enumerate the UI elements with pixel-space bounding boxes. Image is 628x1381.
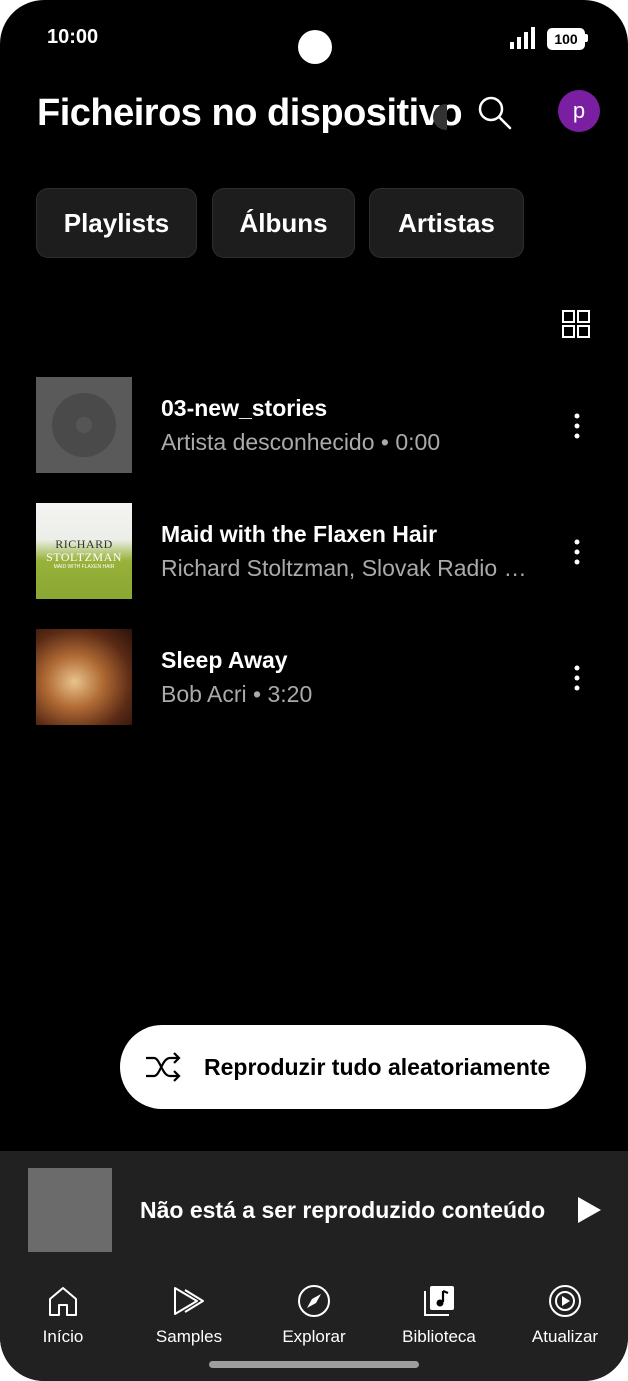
more-options-icon[interactable] xyxy=(566,663,588,693)
song-artwork xyxy=(36,377,132,473)
play-icon[interactable] xyxy=(573,1195,603,1225)
nav-upgrade[interactable]: Atualizar xyxy=(510,1283,620,1353)
nav-label: Início xyxy=(42,1327,84,1346)
song-artwork xyxy=(36,629,132,725)
chip-playlists[interactable]: Playlists xyxy=(36,188,197,258)
song-subtitle: Artista desconhecido • 0:00 xyxy=(161,429,441,455)
song-row[interactable]: RICHARD STOLTZMAN MAID WITH FLAXEN HAIR … xyxy=(0,503,628,603)
nav-label: Samples xyxy=(155,1327,223,1346)
account-avatar[interactable]: p xyxy=(558,90,600,132)
home-indicator[interactable] xyxy=(209,1361,419,1368)
search-icon[interactable] xyxy=(474,92,514,132)
shuffle-all-label: Reproduzir tudo aleatoriamente xyxy=(204,1054,551,1080)
signal-icon xyxy=(510,27,535,49)
battery-icon: 100 xyxy=(547,28,585,50)
song-title: 03-new_stories xyxy=(161,395,328,421)
nav-library[interactable]: Biblioteca xyxy=(384,1283,494,1353)
home-icon xyxy=(49,1287,77,1316)
grid-view-icon[interactable] xyxy=(560,308,592,340)
nav-label: Atualizar xyxy=(531,1327,599,1346)
song-row[interactable]: Sleep Away Bob Acri • 3:20 xyxy=(0,629,628,729)
mini-player-status: Não está a ser reproduzido conteúdo xyxy=(140,1197,546,1223)
compass-icon xyxy=(298,1285,330,1317)
library-icon xyxy=(424,1286,454,1316)
front-camera xyxy=(298,30,332,64)
shuffle-all-button[interactable]: Reproduzir tudo aleatoriamente xyxy=(120,1025,586,1109)
album-art-text: STOLTZMAN xyxy=(46,550,122,564)
more-options-icon[interactable] xyxy=(566,411,588,441)
song-subtitle: Richard Stoltzman, Slovak Radio Symphony… xyxy=(161,555,536,581)
more-options-icon[interactable] xyxy=(566,537,588,567)
phone-screen: 10:00 100 Ficheiros no dispositivo p Pla… xyxy=(0,0,628,1381)
song-row[interactable]: 03-new_stories Artista desconhecido • 0:… xyxy=(0,377,628,477)
nav-home[interactable]: Início xyxy=(8,1283,118,1353)
mini-player-artwork xyxy=(28,1168,112,1252)
chip-artists[interactable]: Artistas xyxy=(369,188,524,258)
status-time: 10:00 xyxy=(47,26,99,48)
mini-player[interactable]: Não está a ser reproduzido conteúdo xyxy=(0,1151,628,1267)
nav-label: Biblioteca xyxy=(402,1327,476,1346)
album-art-text: MAID WITH FLAXEN HAIR xyxy=(53,564,115,570)
battery-tip xyxy=(585,34,588,42)
upgrade-icon xyxy=(549,1285,581,1317)
song-title: Sleep Away xyxy=(161,647,288,673)
song-subtitle: Bob Acri • 3:20 xyxy=(161,681,313,707)
chip-albums[interactable]: Álbuns xyxy=(212,188,355,258)
nav-explore[interactable]: Explorar xyxy=(259,1283,369,1353)
nav-samples[interactable]: Samples xyxy=(134,1283,244,1353)
page-title: Ficheiros no dispositivo xyxy=(37,92,463,134)
shuffle-icon xyxy=(146,1052,181,1082)
nav-label: Explorar xyxy=(282,1327,346,1346)
status-bar: 10:00 100 xyxy=(0,0,628,70)
song-title: Maid with the Flaxen Hair xyxy=(161,521,438,547)
song-artwork: RICHARD STOLTZMAN MAID WITH FLAXEN HAIR xyxy=(36,503,132,599)
samples-icon xyxy=(174,1287,204,1315)
vinyl-icon xyxy=(52,393,116,457)
